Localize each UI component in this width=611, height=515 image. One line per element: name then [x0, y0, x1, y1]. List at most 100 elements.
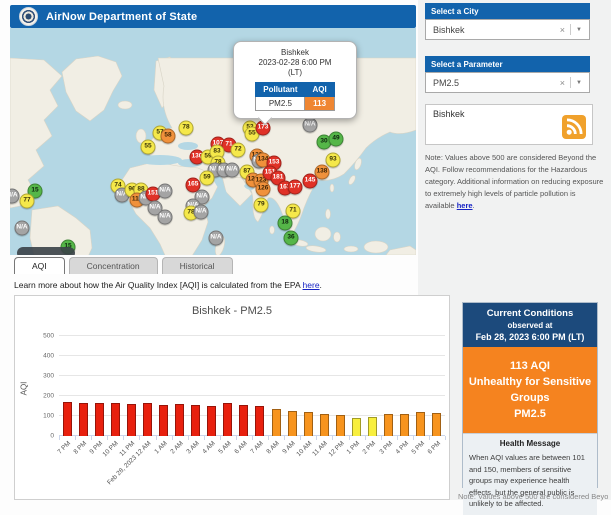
x-tick-label: 5 AM: [217, 440, 233, 456]
map-marker[interactable]: 59: [199, 170, 215, 186]
chart-bar[interactable]: [62, 402, 72, 436]
note-link[interactable]: here: [457, 201, 473, 210]
map-marker[interactable]: 78: [178, 120, 194, 136]
popup-aqi-value: 113: [304, 96, 335, 111]
epa-link[interactable]: here: [303, 280, 320, 290]
x-axis-tick: [396, 436, 398, 440]
x-axis-tick: [428, 436, 430, 440]
x-axis-tick: [364, 436, 366, 440]
tab-aqi[interactable]: AQI: [14, 257, 65, 274]
parameter-clear-icon[interactable]: ×: [560, 78, 565, 88]
map-marker[interactable]: N/A: [302, 117, 318, 133]
chart-bar[interactable]: [191, 404, 201, 436]
cc-aqi-category: Unhealthy for Sensitive Groups: [468, 376, 592, 404]
chart-bar[interactable]: [159, 404, 168, 436]
map-marker[interactable]: 77: [19, 193, 35, 209]
chart-bar[interactable]: [368, 417, 378, 436]
x-axis-tick: [284, 436, 286, 440]
x-tick-label: 10 PM: [101, 440, 121, 459]
chart-bar[interactable]: [287, 411, 297, 436]
learn-more-after: .: [319, 280, 322, 290]
tab-concentration[interactable]: Concentration: [68, 257, 158, 274]
chart-bar[interactable]: [335, 415, 345, 436]
chart-bar[interactable]: [94, 402, 104, 436]
map-marker[interactable]: 55: [140, 139, 156, 155]
chart-bar[interactable]: [175, 404, 185, 436]
map-attribution-pill[interactable]: [17, 247, 75, 255]
x-axis-tick: [252, 436, 253, 440]
parameter-dropdown[interactable]: PM2.5 × ▼: [425, 72, 590, 93]
map-marker[interactable]: N/A: [14, 220, 30, 236]
department-of-state-seal-icon: [19, 7, 38, 26]
city-dropdown[interactable]: Bishkek × ▼: [425, 19, 590, 40]
map-marker[interactable]: N/A: [224, 162, 240, 178]
chart-bar[interactable]: [303, 412, 313, 436]
chart-bar[interactable]: [207, 405, 217, 436]
chart-bar[interactable]: [351, 417, 361, 436]
map-marker[interactable]: 93: [325, 152, 341, 168]
x-axis-tick: [107, 436, 109, 440]
map-marker[interactable]: N/A: [157, 183, 173, 199]
chart-bar[interactable]: [319, 413, 329, 436]
learn-more-before: Learn more about how the Air Quality Ind…: [14, 280, 303, 290]
map-marker[interactable]: 79: [253, 197, 269, 213]
x-axis-tick: [235, 436, 237, 440]
app-header: AirNow Department of State: [10, 5, 416, 28]
tab-historical[interactable]: Historical: [161, 257, 233, 274]
x-axis-tick: [316, 436, 318, 440]
x-axis-tick: [123, 436, 125, 440]
chart-bar[interactable]: [78, 403, 88, 436]
city-dropdown-value: Bishkek: [433, 24, 465, 35]
map-marker[interactable]: 58: [160, 128, 176, 144]
select-city-header: Select a City: [425, 3, 590, 19]
y-tick-label: 300: [43, 372, 54, 380]
current-conditions-panel: Current Conditions observed at Feb 28, 2…: [462, 302, 598, 515]
chart-bar[interactable]: [416, 411, 426, 436]
x-tick-label: 6 PM: [426, 440, 442, 456]
chart-bar[interactable]: [223, 402, 233, 436]
rss-icon[interactable]: [562, 115, 586, 139]
map-marker[interactable]: N/A: [193, 204, 209, 220]
chart-bar[interactable]: [271, 408, 281, 436]
x-axis-tick: [380, 436, 382, 440]
x-axis-tick: [139, 436, 141, 440]
popup-datetime: 2023-02-28 6:00 PM: [258, 58, 332, 67]
map-marker[interactable]: 18: [277, 215, 293, 231]
x-tick-label: 1 AM: [153, 440, 169, 456]
bar-series: [59, 336, 445, 436]
map-marker[interactable]: 177: [287, 179, 303, 195]
x-axis-tick: [75, 436, 77, 440]
chart-bar[interactable]: [384, 413, 394, 436]
parameter-dropdown-value: PM2.5: [433, 77, 460, 88]
chart-bar[interactable]: [400, 413, 410, 436]
chart-bar[interactable]: [255, 405, 265, 436]
map-marker[interactable]: 138: [314, 164, 330, 180]
cc-health-message: Health Message When AQI values are betwe…: [463, 433, 597, 515]
popup-lt: (LT): [287, 68, 303, 77]
chevron-down-icon[interactable]: ▼: [576, 27, 582, 33]
chevron-down-icon[interactable]: ▼: [576, 80, 582, 86]
x-tick-label: 8 AM: [265, 440, 282, 456]
map-marker[interactable]: 72: [230, 142, 246, 158]
chart-bar[interactable]: [126, 403, 136, 436]
world-aqi-map[interactable]: N/A1577N/A15555758781077172130598378N/AN…: [10, 28, 416, 255]
chart-y-axis-label: AQI: [19, 381, 29, 396]
map-marker[interactable]: 36: [283, 230, 299, 246]
chart-bar[interactable]: [432, 413, 442, 436]
map-marker[interactable]: N/A: [208, 230, 224, 246]
chart-bar[interactable]: [239, 405, 249, 436]
x-axis-tick: [91, 436, 93, 440]
current-conditions-header: Current Conditions observed at Feb 28, 2…: [463, 303, 597, 347]
chart-bar[interactable]: [110, 403, 120, 436]
chart-plot-area: 0 100 200 300 400 500 7 PM 8 PM 9 PM 10 PM 11 PM Fe…: [43, 333, 446, 486]
cc-aqi-block: 113 AQI Unhealthy for Sensitive Groups P…: [463, 347, 597, 433]
map-marker[interactable]: 126: [255, 181, 271, 197]
popup-col-pollutant: Pollutant: [255, 82, 306, 97]
map-marker[interactable]: 49: [328, 131, 344, 147]
x-tick-label: 7 AM: [249, 440, 265, 456]
app-title: AirNow Department of State: [46, 10, 198, 23]
map-marker[interactable]: N/A: [157, 209, 173, 225]
y-tick-label: 200: [43, 392, 54, 400]
city-clear-icon[interactable]: ×: [560, 25, 565, 35]
chart-bar[interactable]: [142, 402, 152, 436]
